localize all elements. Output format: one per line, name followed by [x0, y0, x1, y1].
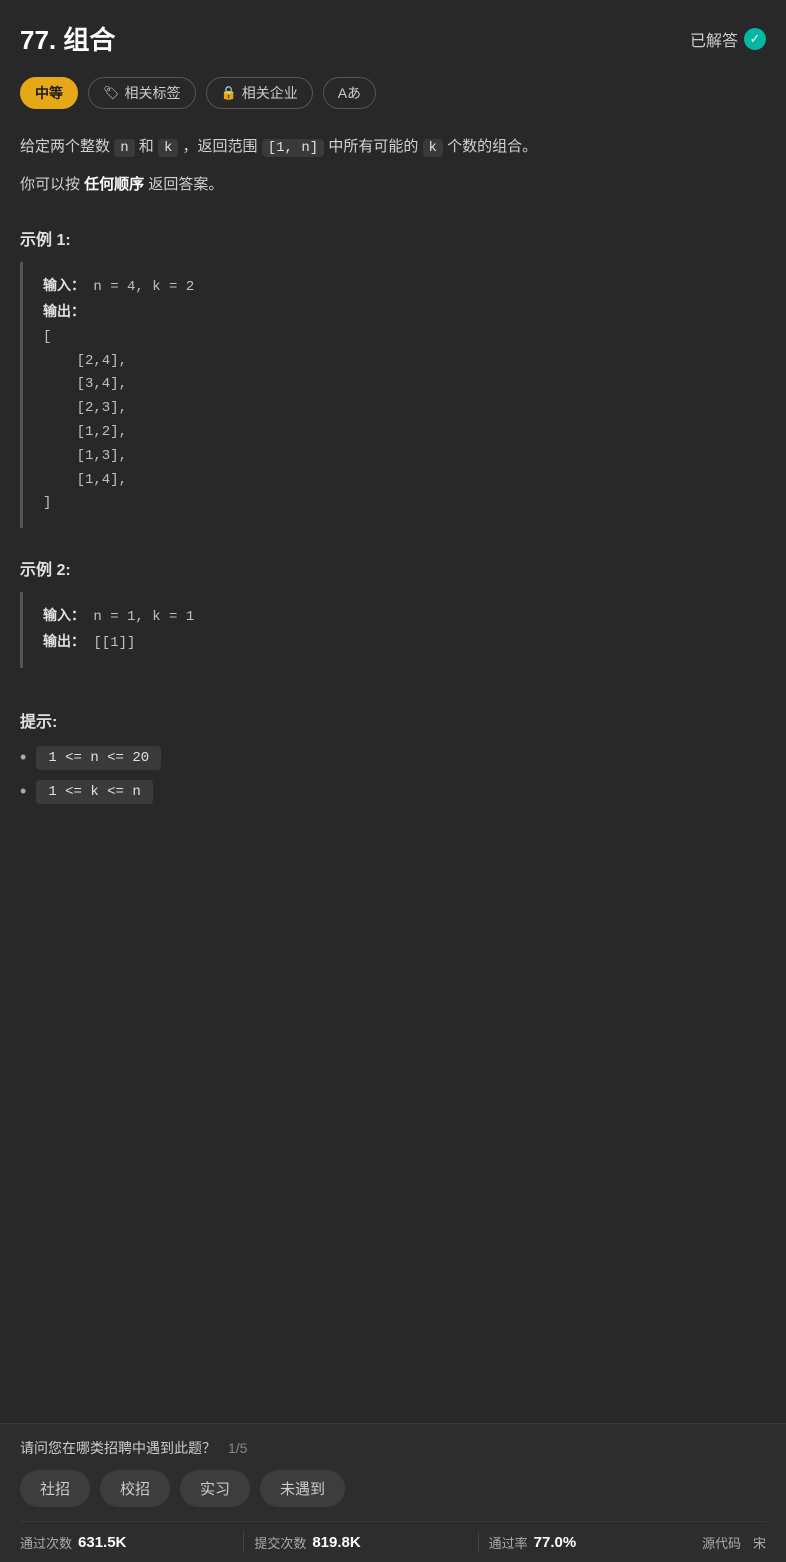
example2-input-label: 输入： — [43, 607, 85, 623]
bullet-1: • — [20, 747, 26, 768]
recruitment-label: 请问您在哪类招聘中遇到此题？ — [20, 1438, 216, 1458]
example1-output-label: 输出： — [43, 303, 85, 319]
divider-1 — [243, 1532, 244, 1552]
n-code: n — [114, 139, 134, 157]
example1-input-row: 输入： n = 4, k = 2 — [43, 274, 746, 300]
recruit-btn-1[interactable]: 校招 — [100, 1470, 170, 1507]
hint-code-2: 1 <= k <= n — [36, 780, 152, 804]
example1-title: 示例 1: — [20, 226, 766, 250]
recruitment-buttons: 社招 校招 实习 未遇到 — [20, 1470, 766, 1507]
difficulty-label: 中等 — [35, 83, 63, 103]
example1-input-value: n = 4, k = 2 — [93, 279, 194, 295]
example2-output-label: 输出： — [43, 633, 85, 649]
example1-output-row: 输出： — [43, 300, 746, 326]
solved-badge: 已解答 ✓ — [690, 27, 766, 51]
tags-row: 中等 🏷 相关标签 🔒 相关企业 Aあ — [20, 77, 766, 109]
pass-stat: 通过次数 631.5K — [20, 1533, 233, 1552]
hints-title: 提示: — [20, 708, 766, 732]
source-label[interactable]: 源代码 — [702, 1533, 741, 1552]
recruitment-question-row: 请问您在哪类招聘中遇到此题？ 1/5 — [20, 1438, 766, 1458]
close-label[interactable]: 宋 — [753, 1533, 766, 1552]
recruit-btn-0[interactable]: 社招 — [20, 1470, 90, 1507]
desc-comma: ，返回范围 — [183, 138, 258, 155]
description-line1: 给定两个整数 n 和 k ，返回范围 [1, n] 中所有可能的 k 个数的组合… — [20, 133, 766, 161]
related-tags-btn[interactable]: 🏷 相关标签 — [88, 77, 196, 109]
example2-input-value: n = 1, k = 1 — [93, 609, 194, 625]
related-company-btn[interactable]: 🔒 相关企业 — [206, 77, 313, 109]
example2-block: 输入： n = 1, k = 1 输出： [[1]] — [20, 592, 766, 668]
example1-block: 输入： n = 4, k = 2 输出： [ [2,4], [3,4], [2,… — [20, 262, 766, 528]
solved-icon: ✓ — [744, 28, 766, 50]
hints-section: 提示: • 1 <= n <= 20 • 1 <= k <= n — [20, 708, 766, 804]
hint-item-1: • 1 <= n <= 20 — [20, 746, 766, 770]
rate-value: 77.0% — [534, 1534, 577, 1551]
example2-title: 示例 2: — [20, 556, 766, 580]
main-content: 77. 组合 已解答 ✓ 中等 🏷 相关标签 🔒 相关企业 Aあ 给定两个整数 … — [0, 0, 786, 974]
k2-code: k — [423, 139, 443, 157]
recruit-btn-2[interactable]: 实习 — [180, 1470, 250, 1507]
tag-icon: 🏷 — [103, 85, 120, 101]
hint-item-2: • 1 <= k <= n — [20, 780, 766, 804]
related-tags-label: 相关标签 — [125, 83, 181, 103]
pass-label: 通过次数 — [20, 1533, 72, 1552]
lock-icon: 🔒 — [221, 85, 237, 101]
range-code: [1, n] — [262, 139, 324, 157]
submit-label: 提交次数 — [254, 1533, 306, 1552]
recruit-btn-3[interactable]: 未遇到 — [260, 1470, 345, 1507]
divider-2 — [478, 1532, 479, 1552]
submit-stat: 提交次数 819.8K — [254, 1533, 467, 1552]
recruitment-count: 1/5 — [228, 1440, 247, 1456]
translate-label: Aあ — [338, 83, 361, 103]
related-company-label: 相关企业 — [242, 83, 298, 103]
rate-label: 通过率 — [489, 1533, 528, 1552]
pass-value: 631.5K — [78, 1534, 126, 1551]
example1-input-label: 输入： — [43, 277, 85, 293]
hint-code-1: 1 <= n <= 20 — [36, 746, 161, 770]
desc-prefix: 给定两个整数 — [20, 138, 110, 155]
problem-title: 77. 组合 — [20, 20, 115, 57]
bullet-2: • — [20, 781, 26, 802]
desc-suffix2: 个数的组合。 — [447, 138, 537, 155]
solved-label: 已解答 — [690, 27, 738, 51]
stats-row: 通过次数 631.5K 提交次数 819.8K 通过率 77.0% 源代码 宋 — [20, 1521, 766, 1562]
header-row: 77. 组合 已解答 ✓ — [20, 20, 766, 57]
desc-suffix: 中所有可能的 — [328, 138, 418, 155]
description-line2: 你可以按 任何顺序 返回答案。 — [20, 171, 766, 198]
desc-and: 和 — [139, 138, 154, 155]
example2-output-row: 输出： [[1]] — [43, 630, 746, 656]
stats-actions: 源代码 宋 — [702, 1533, 766, 1552]
rate-stat: 通过率 77.0% — [489, 1533, 702, 1552]
example2-input-row: 输入： n = 1, k = 1 — [43, 604, 746, 630]
k-code: k — [158, 139, 178, 157]
translate-btn[interactable]: Aあ — [323, 77, 376, 109]
difficulty-tag[interactable]: 中等 — [20, 77, 78, 109]
example2-output-value: [[1]] — [93, 635, 135, 651]
submit-value: 819.8K — [312, 1534, 360, 1551]
example1-output-value: [ [2,4], [3,4], [2,3], [1,2], [1,3], [1,… — [43, 326, 746, 516]
recruitment-section: 请问您在哪类招聘中遇到此题？ 1/5 社招 校招 实习 未遇到 通过次数 631… — [0, 1423, 786, 1562]
